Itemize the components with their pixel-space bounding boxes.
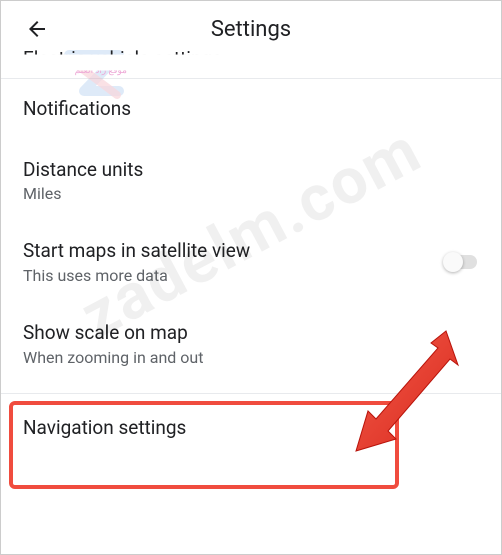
- page-title: Settings: [211, 17, 291, 42]
- setting-value: Miles: [23, 184, 479, 203]
- back-button[interactable]: [17, 9, 57, 49]
- setting-item-notifications[interactable]: Notifications: [1, 79, 501, 140]
- satellite-toggle[interactable]: [443, 252, 479, 272]
- setting-item-electric-vehicle[interactable]: Electric vehicle settings: [1, 47, 501, 70]
- setting-title: Distance units: [23, 158, 479, 183]
- arrow-back-icon: [25, 17, 49, 41]
- setting-title: Show scale on map: [23, 321, 479, 346]
- setting-item-show-scale[interactable]: Show scale on map When zooming in and ou…: [1, 303, 501, 385]
- setting-item-satellite-view[interactable]: Start maps in satellite view This uses m…: [1, 221, 501, 303]
- setting-item-navigation[interactable]: Navigation settings: [1, 394, 501, 459]
- setting-item-distance-units[interactable]: Distance units Miles: [1, 140, 501, 222]
- setting-title: Notifications: [23, 97, 479, 122]
- setting-subtitle: This uses more data: [23, 266, 423, 285]
- setting-title: Electric vehicle settings: [23, 47, 479, 70]
- setting-title: Start maps in satellite view: [23, 239, 423, 264]
- setting-subtitle: When zooming in and out: [23, 348, 479, 367]
- setting-title: Navigation settings: [23, 416, 479, 441]
- settings-list: Electric vehicle settings Notifications …: [1, 47, 501, 458]
- toggle-thumb: [443, 252, 463, 272]
